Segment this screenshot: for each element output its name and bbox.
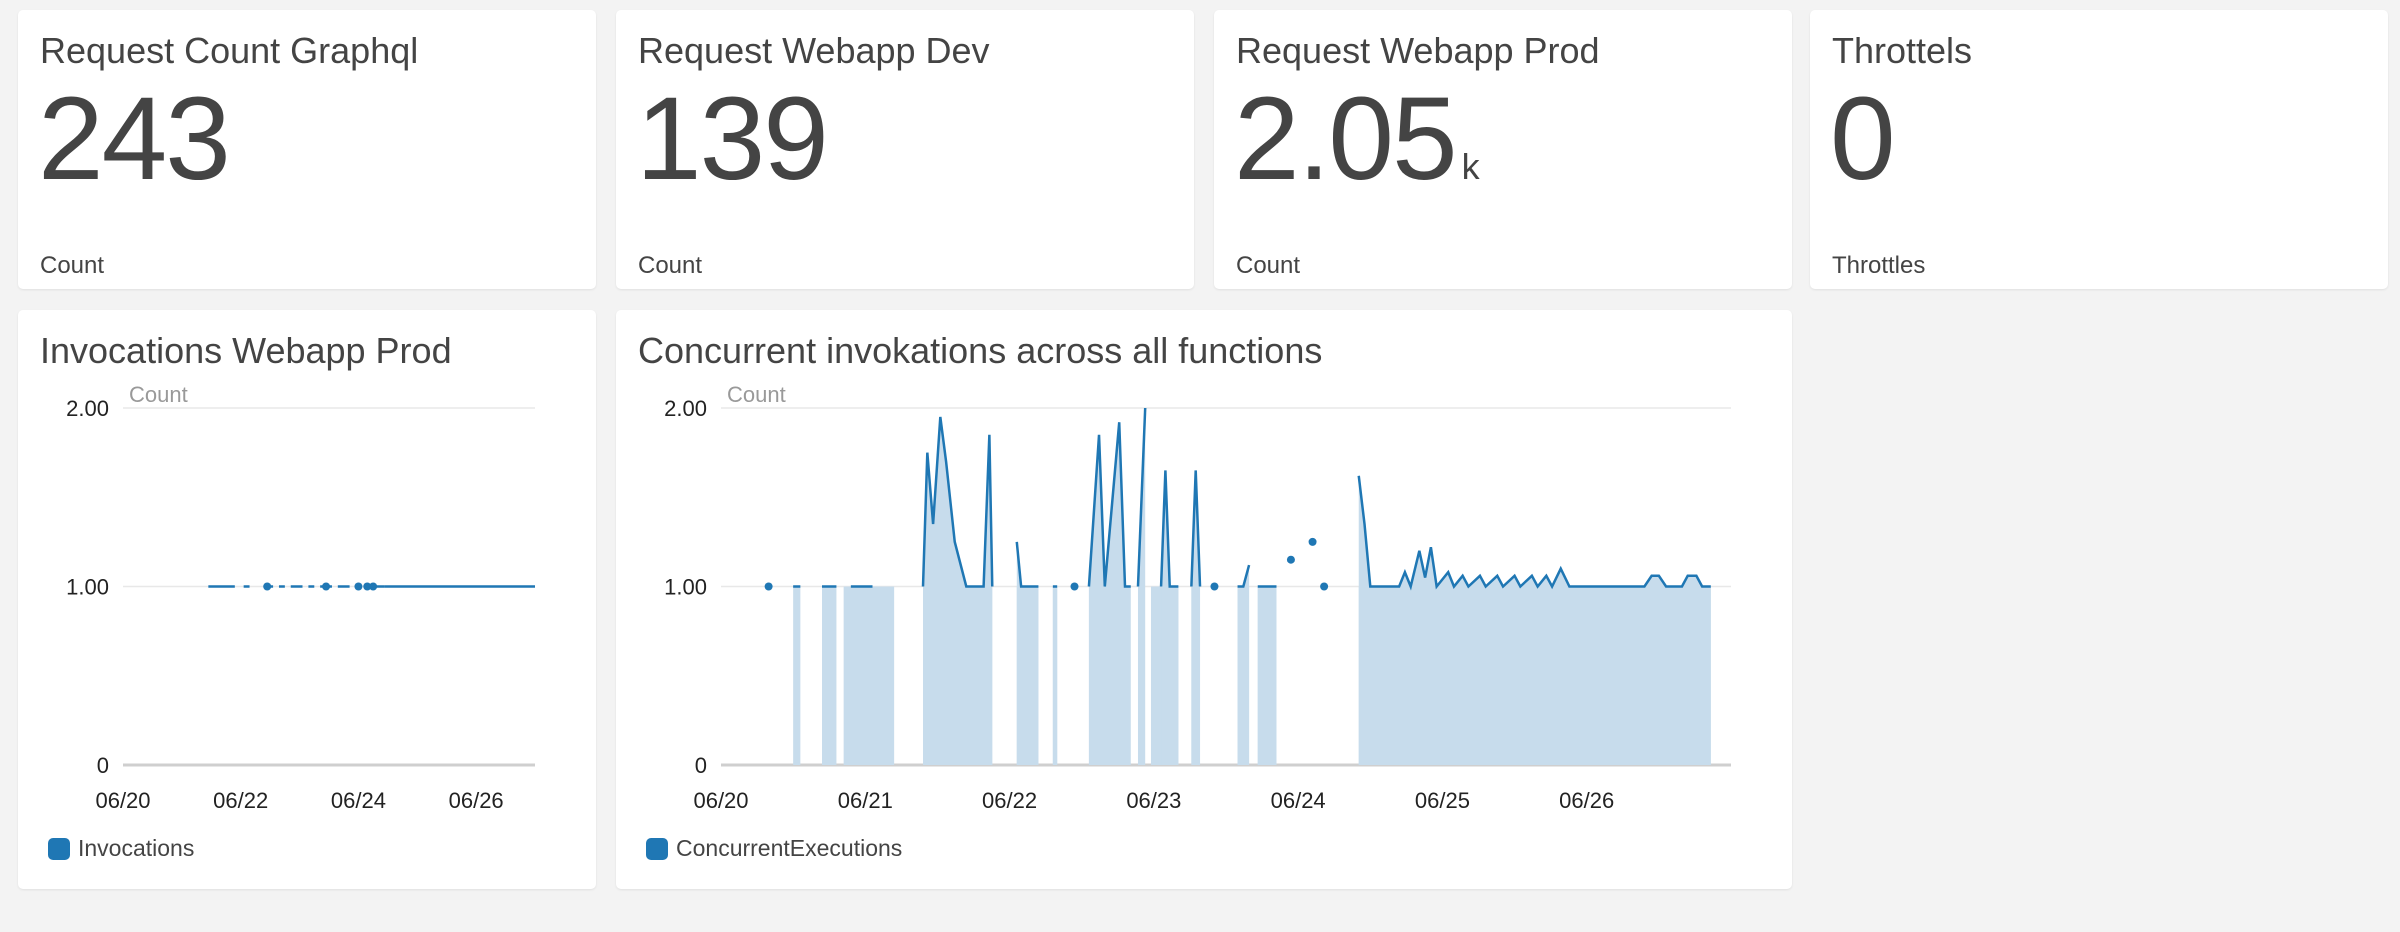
area-fill (850, 586, 873, 765)
y-axis-label: Count (129, 382, 188, 407)
x-tick-label: 06/26 (449, 788, 504, 813)
y-tick-label: 0 (695, 753, 707, 778)
area-fill (1052, 586, 1058, 765)
series-line (1357, 475, 1711, 591)
x-tick-label: 06/25 (1415, 788, 1470, 813)
widget-concurrent-invocations[interactable]: Concurrent invokations across all functi… (616, 310, 1792, 889)
area-fill (1191, 470, 1201, 765)
area-fill (1237, 565, 1250, 765)
area-fill (1358, 475, 1711, 765)
widget-request-count-graphql[interactable]: Request Count Graphql 243 Count (18, 10, 596, 289)
widget-value: 243 (38, 73, 231, 205)
x-tick-label: 06/22 (213, 788, 268, 813)
data-point (263, 582, 272, 591)
x-tick-label: 06/24 (331, 788, 386, 813)
x-tick-label: 06/26 (1559, 788, 1614, 813)
legend-label: ConcurrentExecutions (676, 835, 903, 861)
y-tick-label: 1.00 (664, 575, 707, 600)
widget-title: Request Count Graphql (40, 30, 419, 71)
area-fill (1257, 586, 1277, 765)
y-tick-label: 1.00 (66, 575, 109, 600)
data-point (1070, 582, 1079, 591)
data-point (1286, 555, 1295, 564)
y-axis-label: Count (727, 382, 786, 407)
data-point (1308, 537, 1317, 546)
y-tick-label: 2.00 (66, 396, 109, 421)
y-tick-label: 0 (97, 753, 109, 778)
concurrent-executions-chart[interactable]: Count 2.00 1.00 0 06/20 06/21 06/22 06/23 06/24 0… (616, 310, 1792, 889)
data-point (1320, 582, 1329, 591)
x-tick-label: 06/24 (1271, 788, 1326, 813)
data-point (369, 582, 378, 591)
widget-request-webapp-dev[interactable]: Request Webapp Dev 139 Count (616, 10, 1194, 289)
area-fill (793, 586, 801, 765)
x-tick-label: 06/23 (1126, 788, 1181, 813)
widget-metric-label: Throttles (1832, 252, 1926, 279)
chart-legend[interactable]: ConcurrentExecutions (646, 835, 902, 862)
legend-label: Invocations (78, 835, 195, 861)
x-tick-label: 06/22 (982, 788, 1037, 813)
widget-value: 2.05 k (1234, 73, 1480, 205)
widget-title: Request Webapp Dev (638, 30, 990, 71)
legend-swatch (48, 837, 70, 860)
chart-legend[interactable]: Invocations (48, 835, 194, 862)
widget-title: Throttels (1832, 30, 1973, 71)
series-line (1015, 541, 1039, 588)
widget-metric-label: Count (40, 252, 105, 279)
widget-invocations-webapp-prod[interactable]: Invocations Webapp Prod Count 2.00 1.00 0 06… (18, 310, 596, 889)
x-tick-label: 06/21 (838, 788, 893, 813)
area-fill (869, 586, 895, 765)
legend-swatch (646, 837, 668, 860)
widget-metric-label: Count (638, 252, 703, 279)
data-point (764, 582, 773, 591)
widget-title: Request Webapp Prod (1236, 30, 1600, 71)
x-tick-label: 06/20 (95, 788, 150, 813)
widget-throttels[interactable]: Throttels 0 Throttles (1810, 10, 2388, 289)
widget-request-webapp-prod[interactable]: Request Webapp Prod 2.05 k Count (1214, 10, 1792, 289)
widget-metric-label: Count (1236, 252, 1301, 279)
y-tick-label: 2.00 (664, 396, 707, 421)
data-point (322, 582, 331, 591)
widget-value: 0 (1830, 73, 1896, 205)
x-tick-label: 06/20 (693, 788, 748, 813)
widget-unit: k (1461, 146, 1480, 187)
area-fill (822, 586, 837, 765)
invocations-chart[interactable]: Count 2.00 1.00 0 06/20 06/22 06/24 06/26 (18, 310, 596, 889)
area-fill (923, 416, 993, 765)
data-point (354, 582, 363, 591)
widget-value: 139 (636, 73, 829, 205)
data-point (1210, 582, 1219, 591)
